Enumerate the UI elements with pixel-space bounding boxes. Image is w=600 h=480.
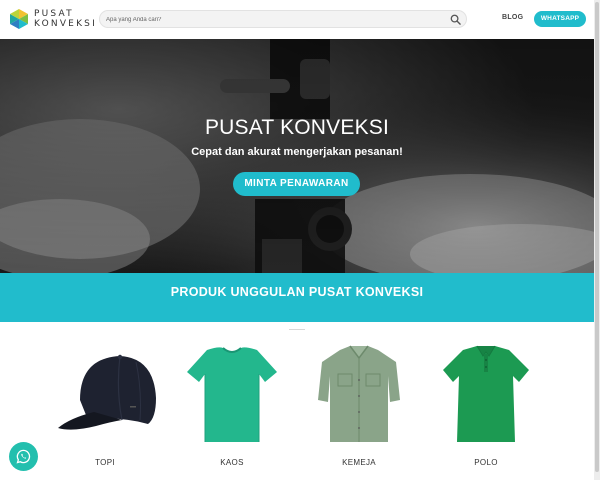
product-label: KAOS [220,458,244,467]
polo-icon [443,345,529,442]
product-kaos[interactable]: KAOS [177,340,287,467]
page-scrollbar[interactable] [594,0,600,480]
product-label: TOPI [95,458,115,467]
nav-blog-link[interactable]: BLOG [502,14,523,21]
section-banner: PRODUK UNGGULAN PUSAT KONVEKSI [0,273,594,322]
product-label: KEMEJA [342,458,376,467]
site-header: PUSAT KONVEKSI BLOG WHATSAPP [0,0,594,39]
product-polo[interactable]: POLO [431,340,541,467]
hero-title: PUSAT KONVEKSI [204,116,390,139]
search-bar [99,10,467,28]
product-label: POLO [474,458,498,467]
search-input[interactable] [106,14,436,26]
logo-line-1: PUSAT [34,9,74,19]
tshirt-icon [187,347,277,442]
hero-subtitle: Cepat dan akurat mengerjakan pesanan! [191,146,403,158]
product-kemeja[interactable]: KEMEJA [304,340,414,467]
logo[interactable]: PUSAT KONVEKSI [8,8,97,30]
request-quote-button[interactable]: MINTA PENAWARAN [233,172,360,196]
shirt-icon [318,345,400,442]
floating-whatsapp-button[interactable] [9,442,38,471]
hero-banner: PUSAT KONVEKSI Cepat dan akurat mengerja… [0,39,594,273]
cap-icon [58,354,156,430]
logo-line-2: KONVEKSI [34,19,97,29]
section-divider [289,329,305,330]
section-title: PRODUK UNGGULAN PUSAT KONVEKSI [170,285,424,299]
whatsapp-button[interactable]: WHATSAPP [534,11,586,27]
hexagon-logo-icon [10,9,28,29]
logo-text: PUSAT KONVEKSI [34,9,97,29]
scrollbar-thumb[interactable] [595,2,599,472]
product-topi[interactable]: TOPI [50,340,160,467]
search-icon[interactable] [450,14,461,25]
whatsapp-icon [16,449,31,464]
